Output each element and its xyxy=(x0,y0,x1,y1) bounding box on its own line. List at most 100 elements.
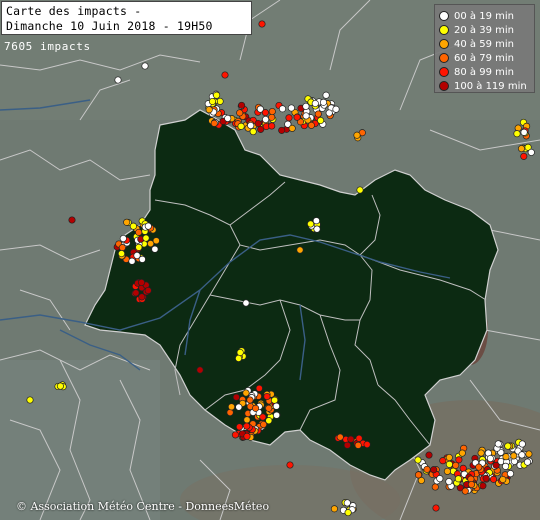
map-title: Carte des impacts - xyxy=(6,4,142,18)
strike-dot xyxy=(489,475,498,483)
strike-dot xyxy=(355,434,363,442)
strike-dot xyxy=(336,433,344,441)
strike-dot xyxy=(332,105,340,113)
strike-dot xyxy=(502,453,510,461)
strike-dot xyxy=(243,416,251,424)
strike-dot xyxy=(285,114,293,122)
strike-dot xyxy=(343,499,351,507)
legend-label: 40 à 59 min xyxy=(454,39,514,50)
strike-dot xyxy=(268,122,276,130)
time-legend: 00 à 19 min 20 à 39 min 40 à 59 min 60 à… xyxy=(434,4,535,93)
strike-dot xyxy=(458,449,466,457)
strike-dot xyxy=(307,220,315,228)
strike-dot xyxy=(518,440,526,448)
strike-dot xyxy=(296,246,304,254)
legend-label: 20 à 39 min xyxy=(454,25,514,36)
strike-dot xyxy=(210,119,218,127)
legend-item: 60 à 79 min xyxy=(439,52,535,66)
strike-dot xyxy=(141,62,149,70)
strike-dot xyxy=(312,217,320,225)
strike-dot xyxy=(242,299,250,307)
strike-dot xyxy=(517,145,526,153)
strike-dot xyxy=(293,113,301,121)
strike-dot xyxy=(213,91,221,99)
legend-dot-icon xyxy=(439,67,449,77)
strike-dot xyxy=(271,396,279,404)
strike-dot xyxy=(254,119,262,128)
credit-text: © Association Météo Centre - DonneesMéte… xyxy=(16,500,270,513)
strike-dot xyxy=(135,243,143,251)
strike-dot xyxy=(236,348,244,357)
strike-dot xyxy=(499,475,507,484)
strike-dot xyxy=(425,451,433,459)
strike-dot xyxy=(527,148,535,156)
strike-dot xyxy=(520,152,528,160)
strike-dot xyxy=(227,403,236,411)
strike-dot xyxy=(525,450,533,458)
strike-dot xyxy=(287,104,295,112)
legend-item: 100 à 119 min xyxy=(439,80,535,94)
strike-dot xyxy=(454,475,462,483)
strike-dot xyxy=(278,105,287,113)
strike-dot xyxy=(137,278,146,287)
strike-dot xyxy=(144,222,152,230)
strike-dot xyxy=(314,110,322,118)
legend-item: 20 à 39 min xyxy=(439,24,535,38)
strike-dot xyxy=(196,366,204,374)
strike-dot xyxy=(265,404,273,412)
strike-dot xyxy=(129,222,137,230)
legend-label: 00 à 19 min xyxy=(454,11,514,22)
strike-dot xyxy=(445,453,453,462)
strike-dot xyxy=(246,396,254,404)
strike-dot xyxy=(343,441,351,449)
strike-dot xyxy=(224,114,232,122)
strike-dot xyxy=(151,245,159,253)
strike-dot xyxy=(26,396,34,404)
strike-dot xyxy=(288,124,296,132)
strike-dot xyxy=(461,487,469,495)
strike-dot xyxy=(226,408,234,417)
strike-dot xyxy=(236,109,244,117)
strike-dot xyxy=(216,97,224,105)
strike-dot xyxy=(255,384,263,392)
strike-dot xyxy=(347,435,355,443)
strike-dot xyxy=(238,101,246,109)
strike-dot xyxy=(317,116,325,125)
strike-dot xyxy=(431,483,439,491)
strike-dot xyxy=(475,463,483,471)
strike-dot xyxy=(363,440,371,449)
strike-dot xyxy=(467,480,476,489)
strike-dot xyxy=(247,121,255,130)
strike-dot xyxy=(265,417,273,425)
strike-dot xyxy=(114,76,122,84)
strike-dot xyxy=(319,98,328,106)
strike-dot xyxy=(479,482,487,490)
strike-dot xyxy=(123,218,131,226)
strike-dot xyxy=(235,423,244,431)
impact-count: 7605 impacts xyxy=(4,40,91,53)
strike-dot xyxy=(133,251,141,260)
strike-dot xyxy=(231,431,239,439)
strike-dot xyxy=(439,457,447,465)
strike-dot xyxy=(322,91,330,99)
strike-dot xyxy=(520,128,528,136)
strike-dot xyxy=(513,130,521,138)
strike-dot xyxy=(272,402,280,410)
strike-dot xyxy=(132,289,140,297)
strike-dot xyxy=(243,422,251,430)
legend-dot-icon xyxy=(439,39,449,49)
legend-dot-icon xyxy=(439,25,449,35)
legend-label: 80 à 99 min xyxy=(454,67,514,78)
strike-dot xyxy=(353,131,361,139)
strike-dot xyxy=(144,286,152,295)
legend-label: 100 à 119 min xyxy=(454,81,527,92)
strike-dot xyxy=(436,475,444,483)
legend-dot-icon xyxy=(439,53,449,63)
strike-dot xyxy=(252,404,260,412)
strike-dot xyxy=(414,471,423,479)
legend-label: 60 à 79 min xyxy=(454,53,514,64)
strike-dot xyxy=(268,107,276,116)
strike-dot xyxy=(330,505,338,513)
strike-dot xyxy=(235,403,243,411)
strike-dot xyxy=(443,467,451,475)
